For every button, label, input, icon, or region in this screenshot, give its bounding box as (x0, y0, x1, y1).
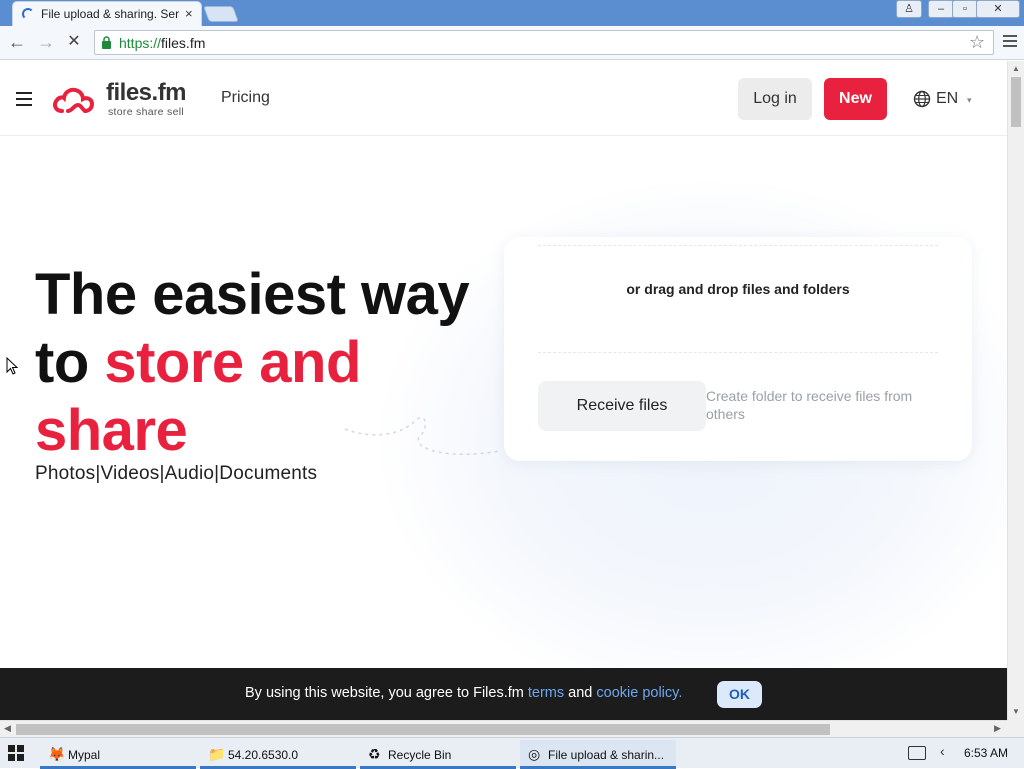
profile-icon[interactable]: ♙ (896, 0, 922, 18)
tray-expand-icon[interactable]: ‹ (940, 743, 945, 759)
taskbar-item-recycle-bin[interactable]: ♻ Recycle Bin (360, 740, 516, 769)
hero-heading: The easiest way to store and share (35, 261, 505, 465)
browser-title-bar: File upload & sharing. Ser × ♙ – ▫ ✕ (0, 0, 1024, 26)
cookie-text-part: and (564, 685, 597, 701)
url-scheme: https:// (119, 35, 162, 51)
cloud-logo-icon (52, 87, 95, 113)
lock-icon (102, 36, 111, 49)
login-button[interactable]: Log in (738, 78, 812, 120)
horizontal-scroll-thumb[interactable] (16, 724, 830, 735)
taskbar-item-folder[interactable]: 📁 54.20.6530.0 (200, 740, 356, 769)
folder-icon: 📁 (208, 746, 226, 762)
new-button[interactable]: New (824, 78, 887, 120)
scroll-down-icon[interactable]: ▼ (1012, 707, 1020, 716)
windows-start-icon[interactable] (8, 745, 24, 761)
scroll-left-icon[interactable]: ◀ (4, 723, 11, 734)
taskbar-item-browser[interactable]: ◎ File upload & sharin... (520, 740, 676, 769)
browser-menu-icon[interactable] (1000, 32, 1020, 52)
site-header: files.fm store share sell Pricing Log in… (0, 61, 1007, 136)
receive-files-button[interactable]: Receive files (538, 381, 706, 431)
receive-files-hint: Create folder to receive files from othe… (706, 388, 913, 422)
chevron-down-icon: ▾ (967, 95, 972, 105)
media-types-text: Photos|Videos|Audio|Documents (35, 463, 318, 484)
scroll-right-icon[interactable]: ▶ (994, 723, 1001, 734)
vertical-scroll-thumb[interactable] (1011, 77, 1021, 127)
upload-card: or drag and drop files and folders Recei… (504, 237, 972, 461)
tab-close-icon[interactable]: × (185, 6, 193, 21)
logo-wordmark: files.fm (106, 79, 187, 106)
taskbar-clock[interactable]: 6:53 AM (964, 746, 1008, 760)
language-code: EN (936, 90, 959, 107)
new-tab-button[interactable] (203, 6, 239, 22)
maximize-button[interactable]: ▫ (952, 0, 978, 18)
url-host: files.fm (161, 35, 206, 51)
hero-line-2: to store and (35, 329, 505, 397)
globe-icon (913, 90, 931, 108)
cookie-ok-button[interactable]: OK (717, 681, 762, 708)
hero-line-2-highlight: store and (104, 330, 361, 395)
mouse-cursor-icon (6, 357, 18, 375)
cookie-consent-bar: By using this website, you agree to File… (0, 668, 1007, 720)
hero-line-1: The easiest way (35, 262, 470, 327)
scrollbar-corner (1007, 720, 1024, 737)
terms-link[interactable]: terms (528, 685, 564, 701)
scroll-up-icon[interactable]: ▲ (1012, 64, 1020, 73)
tab-title: File upload & sharing. Ser (41, 7, 180, 21)
minimize-button[interactable]: – (928, 0, 954, 18)
browser-icon: ◎ (528, 746, 541, 762)
back-arrow-icon[interactable]: ← (6, 30, 28, 54)
close-window-button[interactable]: ✕ (976, 0, 1020, 18)
address-bar[interactable]: https://files.fm ☆ (94, 30, 994, 55)
forward-arrow-icon[interactable]: → (35, 30, 57, 54)
hero-line-2-plain: to (35, 330, 105, 395)
url-text: https://files.fm (119, 35, 205, 51)
browser-tab[interactable]: File upload & sharing. Ser × (12, 1, 202, 26)
cookie-text-part: By using this website, you agree to File… (245, 685, 528, 701)
pricing-link[interactable]: Pricing (221, 89, 270, 107)
stop-loading-icon[interactable]: ✕ (63, 30, 85, 54)
cookie-consent-text: By using this website, you agree to File… (245, 685, 682, 701)
horizontal-scrollbar[interactable]: ◀ ▶ (0, 720, 1007, 737)
taskbar: 🦊 Mypal 📁 54.20.6530.0 ♻ Recycle Bin ◎ F… (0, 737, 1024, 769)
keyboard-icon[interactable] (908, 746, 926, 760)
taskbar-item-label: 54.20.6530.0 (228, 748, 299, 762)
recycle-bin-icon: ♻ (368, 746, 381, 762)
drop-zone[interactable] (538, 245, 938, 353)
taskbar-item-label: File upload & sharin... (548, 748, 665, 762)
hero-line-3-highlight: share (35, 398, 188, 463)
taskbar-item-label: Recycle Bin (388, 748, 452, 762)
vertical-scrollbar[interactable]: ▲ ▼ (1007, 61, 1024, 720)
taskbar-item-label: Mypal (68, 748, 101, 762)
logo-tagline: store share sell (108, 106, 184, 118)
mypal-icon: 🦊 (48, 746, 66, 762)
web-page: files.fm store share sell Pricing Log in… (0, 61, 1007, 668)
site-logo[interactable]: files.fm store share sell (52, 79, 202, 121)
bookmark-star-icon[interactable]: ☆ (969, 32, 985, 53)
hamburger-menu-icon[interactable] (16, 92, 32, 106)
taskbar-item-mypal[interactable]: 🦊 Mypal (40, 740, 196, 769)
loading-spinner-icon (22, 8, 34, 20)
drop-zone-label: or drag and drop files and folders (626, 281, 850, 297)
cookie-policy-link[interactable]: cookie policy. (596, 685, 682, 701)
